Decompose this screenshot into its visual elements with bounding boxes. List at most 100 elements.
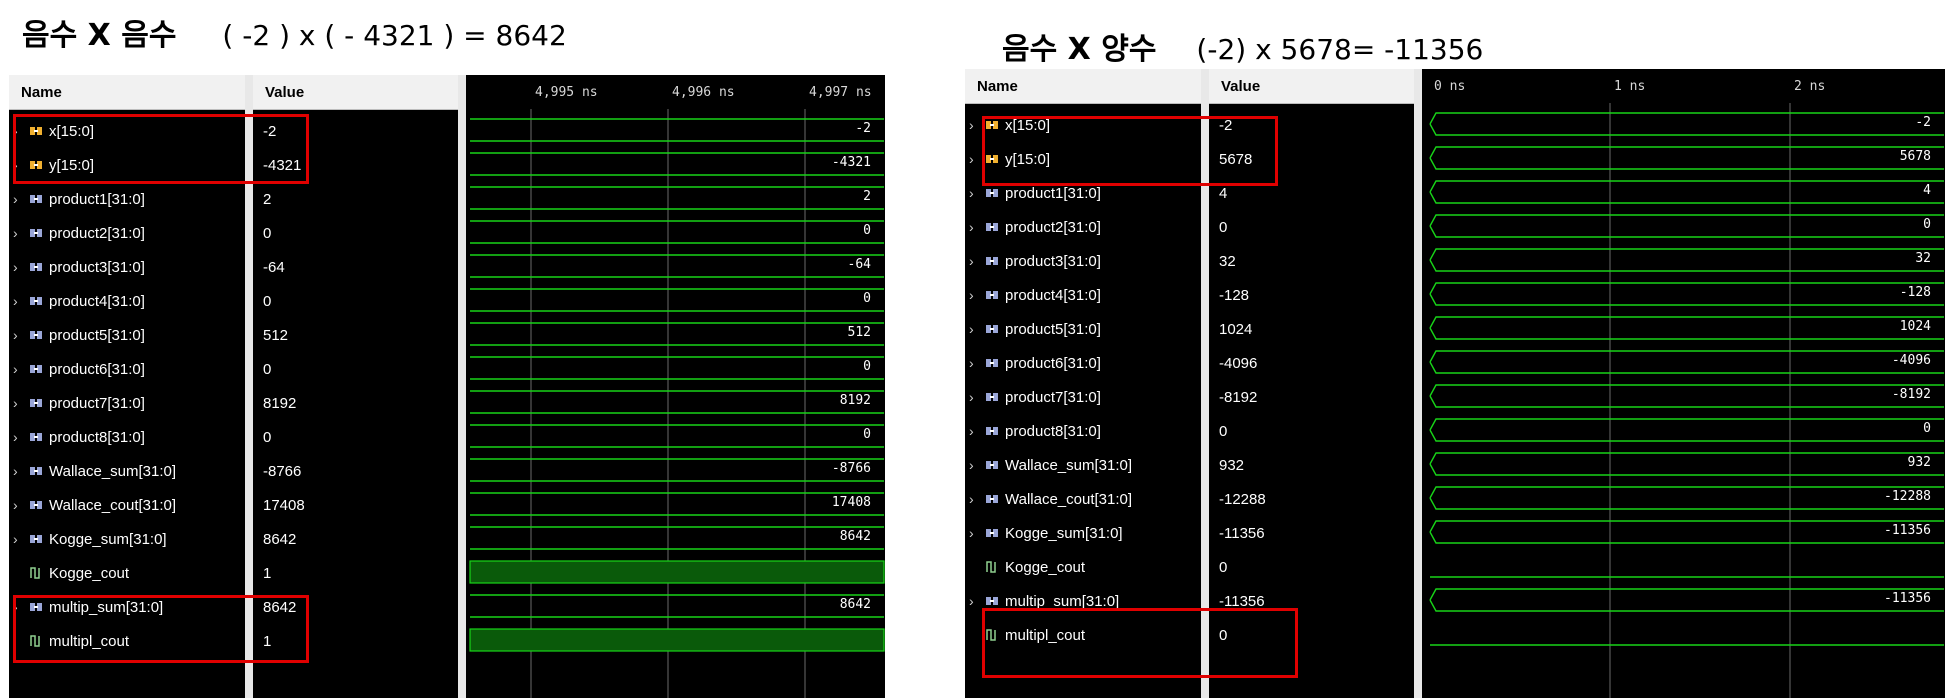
signal-value: 0	[263, 293, 272, 310]
expand-chevron-icon[interactable]: ›	[969, 219, 974, 235]
time-ruler[interactable]: 0 ns 1 ns 2 ns	[1422, 69, 1945, 103]
value-column-header[interactable]: Value	[1209, 69, 1414, 104]
signal-name: product4[31:0]	[49, 293, 145, 310]
signal-row-wallace-cout[interactable]: › Wallace_cout[31:0]	[9, 489, 245, 523]
pane-splitter[interactable]	[1414, 69, 1422, 698]
signal-row-product5[interactable]: › product5[31:0]	[965, 313, 1201, 347]
signal-row-kogge-cout[interactable]: Kogge_cout	[965, 551, 1201, 585]
waveform-value-label: 32	[1915, 251, 1931, 266]
signal-row-kogge-sum[interactable]: › Kogge_sum[31:0]	[965, 517, 1201, 551]
expand-chevron-icon[interactable]: ›	[13, 429, 18, 445]
waveform-value-label: -11356	[1884, 523, 1931, 538]
signal-value: 1	[263, 565, 272, 582]
signal-row-product4[interactable]: › product4[31:0]	[965, 279, 1201, 313]
signal-name: product7[31:0]	[1005, 389, 1101, 406]
bus-waveform	[1429, 282, 1944, 306]
expand-chevron-icon[interactable]: ›	[13, 327, 18, 343]
waveform-value-label: 0	[863, 223, 871, 238]
signal-row-product1[interactable]: › product1[31:0]	[9, 183, 245, 217]
pane-splitter[interactable]	[458, 75, 466, 698]
expand-chevron-icon[interactable]: ›	[969, 185, 974, 201]
expand-chevron-icon[interactable]: ›	[969, 253, 974, 269]
left-heading-equation: ( -2 ) x ( - 4321 ) = 8642	[222, 19, 567, 52]
signal-value: 0	[1219, 559, 1228, 576]
bus-waveform	[1429, 418, 1944, 442]
highlight-inputs-left	[13, 114, 309, 184]
signal-name: Kogge_cout	[49, 565, 130, 582]
signal-row-product7[interactable]: › product7[31:0]	[9, 387, 245, 421]
waveform-value-label: 512	[847, 325, 871, 340]
signal-row-product3[interactable]: › product3[31:0]	[9, 251, 245, 285]
signal-row-wallace-sum[interactable]: › Wallace_sum[31:0]	[9, 455, 245, 489]
waveform-pane[interactable]: 0 ns 1 ns 2 ns -2 5678 4 0 32 -128 1024 -4096 -819…	[1422, 69, 1945, 698]
bus-signal-icon	[985, 254, 999, 268]
bus-signal-icon	[985, 220, 999, 234]
bus-signal-icon	[985, 322, 999, 336]
signal-row-wallace-sum[interactable]: › Wallace_sum[31:0]	[965, 449, 1201, 483]
expand-chevron-icon[interactable]: ›	[969, 117, 974, 133]
expand-chevron-icon[interactable]: ›	[13, 191, 18, 207]
name-column-header[interactable]: Name	[965, 69, 1201, 104]
signal-row-product4[interactable]: › product4[31:0]	[9, 285, 245, 319]
bus-waveform	[470, 492, 884, 516]
expand-chevron-icon[interactable]: ›	[13, 361, 18, 377]
bus-signal-icon	[985, 492, 999, 506]
waveform-value-label: -64	[847, 257, 871, 272]
signal-value: 1024	[1219, 321, 1253, 338]
expand-chevron-icon[interactable]: ›	[969, 321, 974, 337]
expand-chevron-icon[interactable]: ›	[13, 531, 18, 547]
expand-chevron-icon[interactable]: ›	[13, 293, 18, 309]
bus-signal-icon	[985, 288, 999, 302]
waveform-pane[interactable]: 4,995 ns 4,996 ns 4,997 ns -2 -4321 2 0 -64 0 51…	[466, 75, 885, 698]
highlight-outputs-right	[982, 608, 1298, 678]
bus-signal-icon	[29, 226, 43, 240]
expand-chevron-icon[interactable]: ›	[969, 491, 974, 507]
signal-value: 0	[263, 429, 272, 446]
signal-name: Wallace_cout[31:0]	[49, 497, 177, 514]
expand-chevron-icon[interactable]: ›	[13, 497, 18, 513]
signal-value: 0	[1219, 423, 1228, 440]
expand-chevron-icon[interactable]: ›	[13, 259, 18, 275]
signal-row-product5[interactable]: › product5[31:0]	[9, 319, 245, 353]
signal-row-wallace-cout[interactable]: › Wallace_cout[31:0]	[965, 483, 1201, 517]
signal-row-product2[interactable]: › product2[31:0]	[9, 217, 245, 251]
signal-row-product7[interactable]: › product7[31:0]	[965, 381, 1201, 415]
expand-chevron-icon[interactable]: ›	[969, 287, 974, 303]
signal-row-product8[interactable]: › product8[31:0]	[965, 415, 1201, 449]
bus-waveform	[470, 254, 884, 278]
expand-chevron-icon[interactable]: ›	[969, 355, 974, 371]
expand-chevron-icon[interactable]: ›	[969, 151, 974, 167]
signal-name: Wallace_sum[31:0]	[1005, 457, 1133, 474]
signal-row-product2[interactable]: › product2[31:0]	[965, 211, 1201, 245]
signal-name: Wallace_cout[31:0]	[1005, 491, 1133, 508]
signal-row-product6[interactable]: › product6[31:0]	[9, 353, 245, 387]
signal-name: product7[31:0]	[49, 395, 145, 412]
expand-chevron-icon[interactable]: ›	[969, 389, 974, 405]
signal-value: 17408	[263, 497, 305, 514]
name-column-header[interactable]: Name	[9, 75, 245, 110]
bus-waveform	[470, 424, 884, 448]
signal-value: 0	[1219, 219, 1228, 236]
bus-signal-icon	[29, 294, 43, 308]
signal-row-product3[interactable]: › product3[31:0]	[965, 245, 1201, 279]
expand-chevron-icon[interactable]: ›	[969, 423, 974, 439]
signal-row-kogge-sum[interactable]: › Kogge_sum[31:0]	[9, 523, 245, 557]
waveform-value-label: -11356	[1884, 591, 1931, 606]
expand-chevron-icon[interactable]: ›	[13, 225, 18, 241]
signal-name: Kogge_sum[31:0]	[1005, 525, 1123, 542]
signal-name: product8[31:0]	[1005, 423, 1101, 440]
expand-chevron-icon[interactable]: ›	[969, 457, 974, 473]
expand-chevron-icon[interactable]: ›	[13, 395, 18, 411]
signal-row-product6[interactable]: › product6[31:0]	[965, 347, 1201, 381]
expand-chevron-icon[interactable]: ›	[13, 463, 18, 479]
expand-chevron-icon[interactable]: ›	[969, 525, 974, 541]
expand-chevron-icon[interactable]: ›	[969, 593, 974, 609]
signal-row-product8[interactable]: › product8[31:0]	[9, 421, 245, 455]
time-ruler[interactable]: 4,995 ns 4,996 ns 4,997 ns	[466, 75, 885, 109]
right-heading-equation: (-2) x 5678= -11356	[1196, 33, 1484, 66]
bus-signal-icon	[29, 192, 43, 206]
signal-row-kogge-cout[interactable]: Kogge_cout	[9, 557, 245, 591]
waveform-value-label: 1024	[1899, 319, 1931, 334]
value-column-header[interactable]: Value	[253, 75, 458, 110]
signal-name: product5[31:0]	[49, 327, 145, 344]
